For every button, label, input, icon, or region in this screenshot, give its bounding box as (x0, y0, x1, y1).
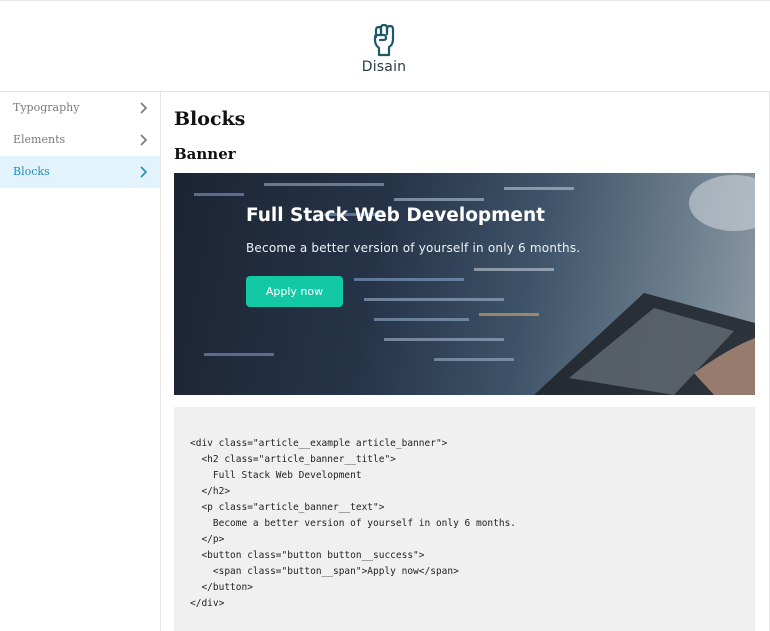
top-header: Disain (0, 0, 770, 92)
sidebar-item-elements[interactable]: Elements (0, 124, 160, 156)
banner-text: Become a better version of yourself in o… (246, 241, 581, 255)
sidebar: Typography Elements Blocks (0, 92, 161, 631)
code-line: <button class="button button__success"> (190, 550, 425, 561)
code-line: <p class="article_banner__text"> (190, 502, 385, 513)
main-content: Blocks Banner Full Stack Web Development… (174, 92, 755, 631)
code-block: <div class="article__example article_ban… (174, 407, 755, 631)
raised-fist-icon (373, 23, 395, 57)
code-line: Full Stack Web Development (190, 470, 362, 481)
code-line: <div class="article__example article_ban… (190, 438, 448, 449)
sidebar-item-typography[interactable]: Typography (0, 92, 160, 124)
code-line: </button> (190, 582, 253, 593)
sidebar-item-label: Typography (13, 101, 80, 114)
code-line: <h2 class="article_banner__title"> (190, 454, 396, 465)
sidebar-item-label: Blocks (13, 165, 50, 178)
chevron-right-icon (140, 102, 148, 114)
section-title: Banner (174, 145, 236, 163)
banner-title: Full Stack Web Development (246, 205, 545, 226)
chevron-right-icon (140, 166, 148, 178)
page-title: Blocks (174, 108, 246, 130)
logo-text: Disain (361, 59, 407, 75)
banner: Full Stack Web Development Become a bett… (174, 173, 755, 395)
sidebar-item-label: Elements (13, 133, 66, 146)
code-line: </h2> (190, 486, 231, 497)
code-line: </p> (190, 534, 225, 545)
apply-now-button[interactable]: Apply now (246, 276, 343, 307)
logo[interactable]: Disain (356, 23, 412, 79)
chevron-right-icon (140, 134, 148, 146)
code-line: </div> (190, 598, 225, 609)
sidebar-item-blocks[interactable]: Blocks (0, 156, 160, 188)
code-line: <span class="button__span">Apply now</sp… (190, 566, 459, 577)
code-line: Become a better version of yourself in o… (190, 518, 517, 529)
code-snippet: <div class="article__example article_ban… (190, 436, 516, 612)
